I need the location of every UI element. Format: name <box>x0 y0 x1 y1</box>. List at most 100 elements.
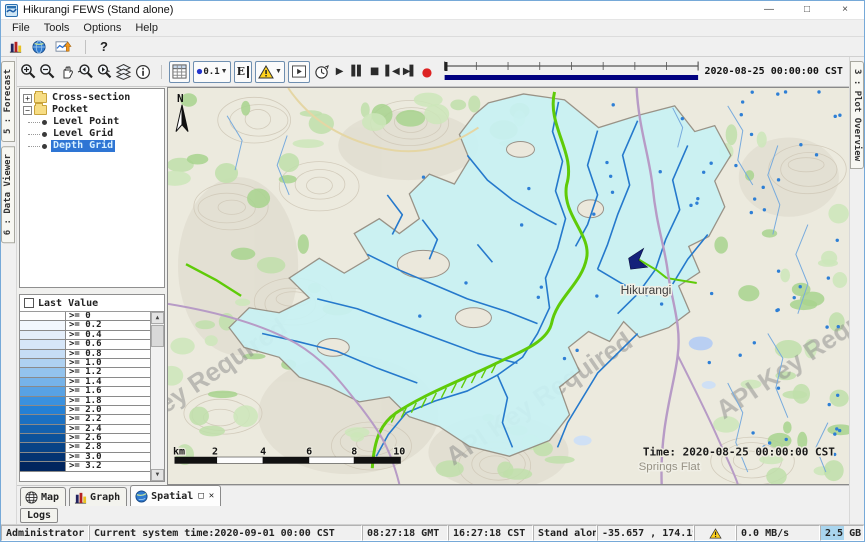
toolbar-datetime: 2020-08-25 00:00:00 CST <box>704 66 842 77</box>
profile-letter: E <box>237 65 245 78</box>
scroll-up-icon[interactable]: ▲ <box>151 312 164 324</box>
menu-bar: File Tools Options Help <box>1 19 864 36</box>
time-slider-thumb <box>444 62 447 71</box>
database-display-icon[interactable] <box>5 38 25 56</box>
tab-map-label: Map <box>41 492 59 503</box>
tab-plot-overview[interactable]: 3 : Plot Overview <box>850 61 864 169</box>
collapse-icon[interactable]: − <box>23 106 32 115</box>
bullet-icon <box>42 120 47 125</box>
tab-map[interactable]: Map <box>20 487 66 506</box>
legend-color-swatch <box>20 340 66 348</box>
tab-maximize-icon[interactable]: □ <box>198 491 203 501</box>
left-tab-strip: 5 : Forecast 6 : Data Viewer <box>1 57 17 524</box>
menu-file[interactable]: File <box>5 22 37 34</box>
legend-color-swatch <box>20 406 66 414</box>
legend-row: >= 3.2 <box>20 462 150 471</box>
menu-tools[interactable]: Tools <box>37 22 77 34</box>
tree-guide-line <box>28 146 40 147</box>
profile-button[interactable]: E <box>234 61 252 83</box>
tree-item-level-point[interactable]: Level Point <box>20 116 164 128</box>
tab-spatial[interactable]: Spatial □ ✕ <box>130 485 221 506</box>
legend-color-swatch <box>20 462 66 470</box>
globe-icon <box>135 490 148 503</box>
tree-item-level-grid[interactable]: Level Grid <box>20 128 164 140</box>
animation-dialog-button[interactable] <box>288 61 310 83</box>
status-warning-icon[interactable] <box>694 525 736 541</box>
scroll-down-icon[interactable]: ▼ <box>151 469 164 481</box>
skip-start-button[interactable]: ▌◀ <box>384 66 399 77</box>
map-time-label: Time: 2020-08-25 00:00:00 CST <box>643 445 835 458</box>
logs-button[interactable]: Logs <box>20 508 58 523</box>
menu-options[interactable]: Options <box>76 22 128 34</box>
north-label: N <box>177 92 184 105</box>
maximize-button[interactable]: □ <box>788 1 826 19</box>
time-slider-range-bar <box>444 75 697 80</box>
legend-value-label: >= 2.8 <box>66 443 150 451</box>
play-button[interactable]: ▶ <box>332 66 347 77</box>
layer-tree[interactable]: + Cross-section−PocketLevel PointLevel Gr… <box>19 88 165 288</box>
thresholds-button[interactable]: ▼ <box>255 61 285 83</box>
zoom-out-icon[interactable] <box>39 61 57 83</box>
info-icon[interactable] <box>134 61 152 83</box>
legend-color-swatch <box>20 378 66 386</box>
grid-display-button[interactable] <box>169 61 190 83</box>
town-label: Hikurangi <box>621 283 672 297</box>
pause-button[interactable]: ▌▌ <box>349 66 364 77</box>
app-window: Hikurangi FEWS (Stand alone) — □ × File … <box>0 0 865 542</box>
tab-data-viewer[interactable]: 6 : Data Viewer <box>1 146 15 243</box>
animation-speed-icon[interactable] <box>313 61 331 83</box>
legend-value-label: >= 2.6 <box>66 434 150 442</box>
legend-scrollbar[interactable]: ▲ ▼ <box>150 312 164 481</box>
tab-forecast[interactable]: 5 : Forecast <box>1 61 15 142</box>
last-value-checkbox[interactable] <box>24 298 34 308</box>
tree-item-label: Cross-section <box>50 92 132 104</box>
expand-icon[interactable]: + <box>23 94 32 103</box>
legend-value-label: >= 3.0 <box>66 453 150 461</box>
record-button[interactable]: ● <box>419 65 434 79</box>
legend-rows: >= 0>= 0.2>= 0.4>= 0.6>= 0.8>= 1.0>= 1.2… <box>20 312 150 472</box>
map-display-icon[interactable] <box>29 38 49 56</box>
legend-color-swatch <box>20 425 66 433</box>
toolbar-separator <box>85 40 86 54</box>
time-slider[interactable] <box>443 60 700 84</box>
tab-graph[interactable]: Graph <box>69 487 127 506</box>
dropdown-arrow-icon: ▼ <box>275 68 282 75</box>
window-title: Hikurangi FEWS (Stand alone) <box>23 4 173 16</box>
scale-tick: 10 <box>393 446 405 457</box>
legend-value-label: >= 2.2 <box>66 415 150 423</box>
status-mode: Stand alone <box>533 525 597 541</box>
scale-unit: km <box>173 446 185 457</box>
legend-color-swatch <box>20 453 66 461</box>
status-transfer-rate: 0.0 MB/s <box>736 525 820 541</box>
class-break-value: 0.1 <box>203 67 219 77</box>
zoom-next-icon[interactable] <box>96 61 114 83</box>
zoom-previous-icon[interactable] <box>77 61 95 83</box>
layers-icon[interactable] <box>115 61 133 83</box>
legend-color-swatch <box>20 321 66 329</box>
tab-close-icon[interactable]: ✕ <box>209 491 214 501</box>
tree-item-label: Depth Grid <box>51 140 115 152</box>
class-break-selector[interactable]: 0.1 ▼ <box>193 61 230 83</box>
tree-item-pocket[interactable]: −Pocket <box>20 104 164 116</box>
timeseries-dialog-icon[interactable] <box>53 38 73 56</box>
status-local-time: 16:27:18 CST <box>448 525 533 541</box>
tree-item-depth-grid[interactable]: Depth Grid <box>20 140 164 152</box>
legend-color-swatch <box>20 443 66 451</box>
status-memory[interactable]: 2.5 GB <box>820 525 864 541</box>
stop-button[interactable]: ■ <box>367 66 382 77</box>
menu-help[interactable]: Help <box>128 22 165 34</box>
skip-end-button[interactable]: ▶▌ <box>402 66 417 77</box>
scroll-thumb[interactable] <box>151 325 164 347</box>
zoom-in-icon[interactable] <box>20 61 38 83</box>
legend-color-swatch <box>20 415 66 423</box>
pan-icon[interactable] <box>58 61 76 83</box>
profile-bar-icon <box>247 66 249 78</box>
legend-value-label: >= 0 <box>66 312 150 320</box>
close-button[interactable]: × <box>826 1 864 19</box>
minimize-button[interactable]: — <box>750 1 788 19</box>
legend-value-label: >= 1.8 <box>66 397 150 405</box>
map-canvas[interactable]: API Key Required API Key Required API Ke… <box>167 87 849 485</box>
help-button[interactable]: ? <box>94 38 114 56</box>
scale-tick: 8 <box>351 446 357 457</box>
scale-tick: 4 <box>260 446 266 457</box>
